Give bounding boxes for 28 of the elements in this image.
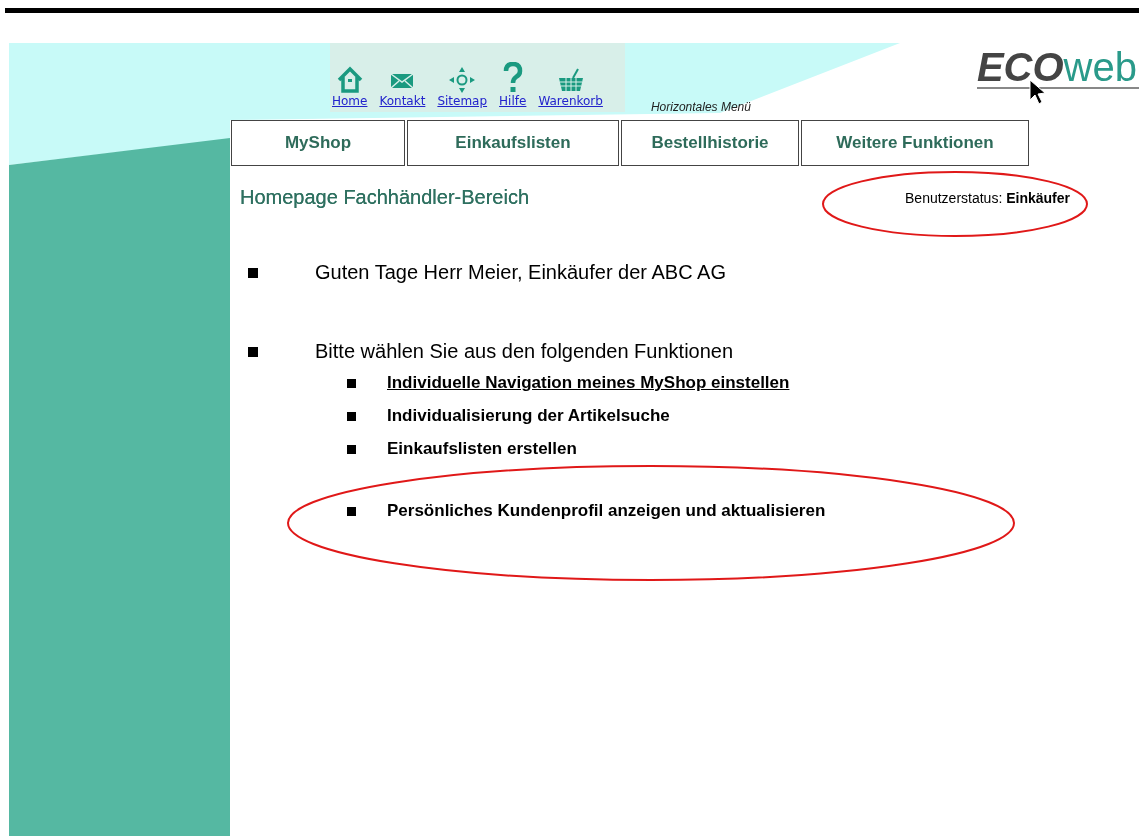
function-link[interactable]: Individuelle Navigation meines MyShop einstellen xyxy=(387,373,790,393)
bullet-icon xyxy=(347,411,356,421)
function-text: Einkaufslisten erstellen xyxy=(387,439,577,459)
compass-icon xyxy=(448,66,477,94)
nav-link[interactable]: Warenkorb xyxy=(538,66,603,108)
menu-tab[interactable]: Bestellhistorie xyxy=(621,120,799,166)
bullet-icon xyxy=(248,346,258,357)
menu-tab[interactable]: Einkaufslisten xyxy=(407,120,619,166)
menu-tab[interactable]: MyShop xyxy=(231,120,405,166)
user-status: Benutzerstatus: Einkäufer xyxy=(905,189,1070,206)
menu-caption: Horizontales Menü xyxy=(650,100,751,114)
menu-tab[interactable]: Weitere Funktionen xyxy=(801,120,1029,166)
bullet-text: Guten Tage Herr Meier, Einkäufer der ABC AG xyxy=(315,261,726,284)
function-text: Individualisierung der Artikelsuche xyxy=(387,406,670,426)
bullet-icon xyxy=(347,378,356,388)
nav-link[interactable]: Sitemap xyxy=(437,66,488,108)
function-text: Persönliches Kundenprofil anzeigen und aktualisieren xyxy=(387,501,826,521)
bullet-text: Bitte wählen Sie aus den folgenden Funktionen xyxy=(315,340,734,363)
help-icon xyxy=(502,62,523,94)
page-heading: Homepage Fachhändler-Bereich xyxy=(240,186,530,209)
nav-link[interactable]: Kontakt xyxy=(379,66,426,108)
home-icon xyxy=(335,66,364,94)
cursor-icon xyxy=(1029,79,1046,105)
bullet-icon xyxy=(248,267,258,278)
nav-link[interactable]: Home xyxy=(332,66,368,108)
bullet-icon xyxy=(347,506,356,516)
bullet-icon xyxy=(347,444,356,454)
nav-link[interactable]: Hilfe xyxy=(499,62,527,108)
